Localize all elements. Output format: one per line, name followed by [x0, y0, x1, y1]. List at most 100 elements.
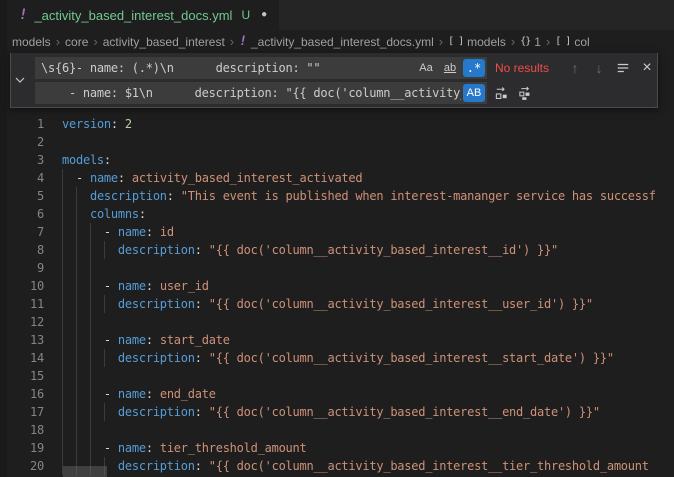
indent-guide	[76, 367, 77, 385]
code-line[interactable]: 14 description: "{{ doc('column__activit…	[0, 349, 674, 367]
breadcrumb-label: 1	[534, 35, 541, 49]
regex-button[interactable]: .*	[463, 59, 485, 77]
vscode-window: ! _activity_based_interest_docs.yml U ● …	[0, 0, 674, 477]
code-line[interactable]: 3models:	[0, 151, 674, 169]
breadcrumb-separator: ›	[511, 34, 515, 49]
breadcrumb-separator: ›	[93, 34, 97, 49]
code-line[interactable]: 10 - name: user_id	[0, 277, 674, 295]
breadcrumb-item[interactable]: [ ] models	[448, 35, 506, 49]
code-line[interactable]: 7 - name: id	[0, 223, 674, 241]
tab-bar: ! _activity_based_interest_docs.yml U ●	[0, 0, 674, 30]
indent-guide	[62, 367, 63, 385]
line-text: description: "{{ doc('column__activity_b…	[62, 403, 600, 421]
yaml-file-icon: !	[19, 8, 27, 22]
previous-match-button[interactable]: ↑	[565, 58, 585, 78]
line-text: - name: end_date	[62, 385, 216, 403]
code-line[interactable]: 11 description: "{{ doc('column__activit…	[0, 295, 674, 313]
code-line[interactable]: 15	[0, 367, 674, 385]
preserve-case-button[interactable]: AB	[463, 84, 485, 102]
find-in-selection-button[interactable]	[613, 58, 633, 78]
breadcrumb-separator: ›	[56, 34, 60, 49]
line-text: description: "{{ doc('column__activity_b…	[62, 349, 614, 367]
indent-guide	[62, 421, 63, 439]
line-text: - name: start_date	[62, 331, 230, 349]
replace-all-icon	[518, 86, 533, 101]
yaml-file-icon: !	[239, 34, 247, 49]
breadcrumb-item[interactable]: core	[65, 35, 88, 49]
symbol-array-icon: [ ]	[555, 36, 570, 47]
code-line[interactable]: 12	[0, 313, 674, 331]
indent-guide	[62, 259, 63, 277]
replace-button[interactable]	[491, 83, 511, 103]
horizontal-scrollbar[interactable]	[63, 466, 107, 477]
breadcrumb-label: activity_based_interest	[103, 35, 225, 49]
breadcrumb-separator: ›	[546, 34, 550, 49]
breadcrumb-item[interactable]: [ ] col	[555, 35, 589, 49]
breadcrumb: models › core › activity_based_interest ›! _ac…	[7, 30, 674, 53]
breadcrumb-label: col	[574, 35, 589, 49]
symbol-object-icon: {}	[520, 36, 530, 47]
breadcrumb-label: _activity_based_interest_docs.yml	[251, 35, 434, 49]
replace-row: - name: $1\n description: "{{ doc('colum…	[35, 82, 653, 104]
breadcrumb-item[interactable]: ! _activity_based_interest_docs.yml	[239, 34, 434, 49]
breadcrumb-label: core	[65, 35, 88, 49]
replace-icon	[494, 86, 509, 101]
chevron-down-icon	[14, 74, 26, 86]
match-case-button[interactable]: Aa	[415, 59, 437, 77]
line-text: version: 2	[62, 115, 132, 133]
breadcrumb-item[interactable]: models	[12, 35, 51, 49]
replace-input[interactable]: - name: $1\n description: "{{ doc('colum…	[35, 82, 487, 104]
find-query-text: \s{6}- name: (.*)\n description: ""	[41, 61, 413, 75]
replace-value-text: - name: $1\n description: "{{ doc('colum…	[41, 86, 461, 100]
indent-guide	[90, 367, 91, 385]
code-line[interactable]: 1version: 2	[0, 115, 674, 133]
tab-filename: _activity_based_interest_docs.yml	[34, 8, 232, 23]
breadcrumb-item[interactable]: {} 1	[520, 35, 541, 49]
code-line[interactable]: 19 - name: tier_threshold_amount	[0, 439, 674, 457]
code-line[interactable]: 16 - name: end_date	[0, 385, 674, 403]
indent-guide	[62, 313, 63, 331]
indent-guide	[90, 313, 91, 331]
breadcrumb-label: models	[467, 35, 506, 49]
git-untracked-badge: U	[241, 8, 250, 22]
line-text: - name: activity_based_interest_activate…	[62, 169, 362, 187]
editor[interactable]: 1version: 223models:4 - name: activity_b…	[0, 53, 674, 477]
indent-guide	[90, 421, 91, 439]
symbol-array-icon: [ ]	[448, 36, 463, 47]
line-text: - name: tier_threshold_amount	[62, 439, 307, 457]
toggle-replace-button[interactable]	[11, 53, 29, 107]
indent-guide	[76, 421, 77, 439]
indent-guide	[90, 259, 91, 277]
whole-word-button[interactable]: ab	[439, 59, 461, 77]
line-text: models:	[62, 151, 111, 169]
indent-guide	[76, 313, 77, 331]
find-input[interactable]: \s{6}- name: (.*)\n description: "" Aa a…	[35, 57, 487, 79]
code-line[interactable]: 8 description: "{{ doc('column__activity…	[0, 241, 674, 259]
breadcrumb-separator: ›	[230, 34, 234, 49]
replace-all-button[interactable]	[515, 83, 535, 103]
breadcrumb-label: models	[12, 35, 51, 49]
code-line[interactable]: 6 columns:	[0, 205, 674, 223]
left-edge-strip	[0, 0, 7, 477]
code-line[interactable]: 13 - name: start_date	[0, 331, 674, 349]
code-line[interactable]: 2	[0, 133, 674, 151]
code-line[interactable]: 5 description: "This event is published …	[0, 187, 674, 205]
line-text: - name: id	[62, 223, 174, 241]
tab-active-file[interactable]: ! _activity_based_interest_docs.yml U ●	[7, 0, 280, 30]
find-status-message: No results	[495, 61, 561, 75]
find-replace-widget: \s{6}- name: (.*)\n description: "" Aa a…	[10, 53, 658, 108]
line-text: columns:	[62, 205, 146, 223]
code-line[interactable]: 9	[0, 259, 674, 277]
code-line[interactable]: 4 - name: activity_based_interest_activa…	[0, 169, 674, 187]
unsaved-dot-icon[interactable]: ●	[261, 10, 267, 20]
line-text: description: "{{ doc('column__activity_b…	[62, 295, 593, 313]
breadcrumb-item[interactable]: activity_based_interest	[103, 35, 225, 49]
line-text: description: "This event is published wh…	[62, 187, 656, 205]
close-find-widget-button[interactable]: ×	[637, 58, 657, 78]
next-match-button[interactable]: ↓	[589, 58, 609, 78]
selection-lines-icon	[616, 61, 630, 75]
code-line[interactable]: 18	[0, 421, 674, 439]
code-lines: 1version: 223models:4 - name: activity_b…	[0, 115, 674, 475]
code-line[interactable]: 17 description: "{{ doc('column__activit…	[0, 403, 674, 421]
line-text: - name: user_id	[62, 277, 209, 295]
